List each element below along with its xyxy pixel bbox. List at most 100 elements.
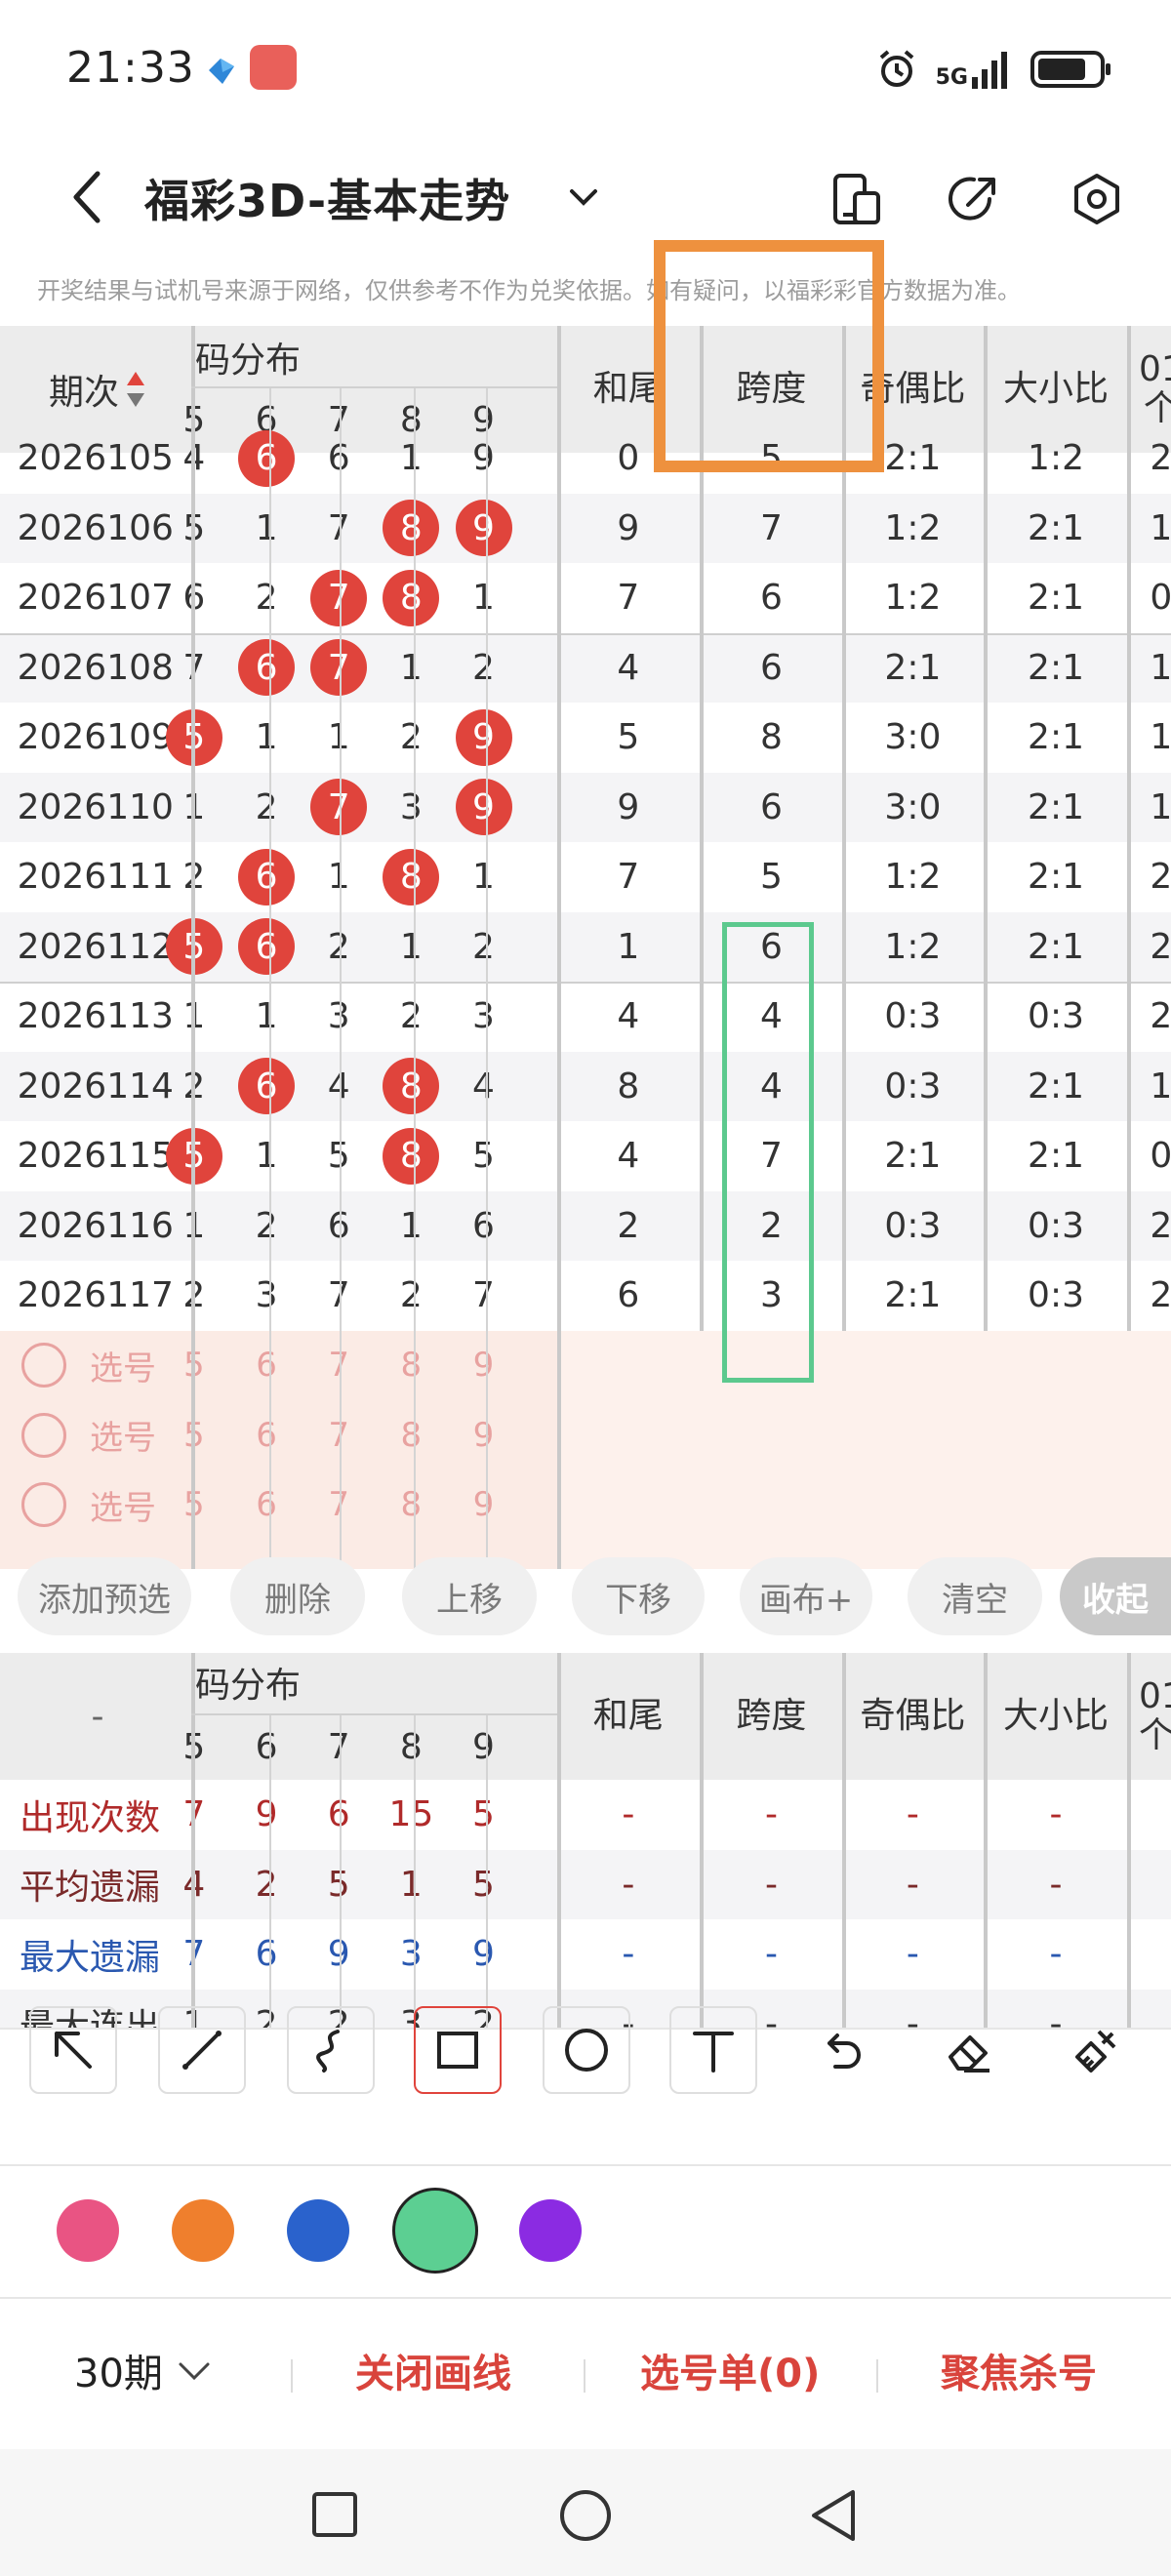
digit-cell[interactable]: 2 [231,563,302,633]
column-divider [842,326,846,1331]
digit-cell[interactable]: 1 [376,912,446,983]
digit-cell[interactable]: 9 [449,703,519,773]
digit-cell[interactable]: 2 [231,773,302,843]
digit-cell[interactable]: 1 [449,842,519,912]
circle-tool-button[interactable] [543,2006,630,2094]
color-swatch[interactable] [519,2199,582,2262]
hit-number-ball: 8 [383,1058,440,1115]
undo-button[interactable] [796,2006,884,2094]
action-chip[interactable]: 上移 [402,1557,537,1635]
digit-cell[interactable]: 1 [376,1191,446,1262]
action-chip[interactable]: 收起 [1060,1557,1171,1635]
digit-cell[interactable]: 2 [231,1191,302,1262]
digit-cell[interactable]: 2 [449,912,519,983]
digit-cell[interactable]: 1 [231,982,302,1052]
digit-cell[interactable]: 3 [231,1261,302,1331]
digit-cell[interactable]: 7 [449,1261,519,1331]
line-tool-button[interactable] [158,2006,246,2094]
digit-cell[interactable]: 1 [376,423,446,494]
action-chip[interactable]: 清空 [908,1557,1042,1635]
digit-cell[interactable]: 6 [449,1191,519,1262]
pick-digit[interactable]: 8 [376,1470,446,1541]
digit-cell[interactable]: 8 [376,1052,446,1122]
sort-icon [127,372,144,407]
pick-digit[interactable]: 9 [449,1400,519,1470]
pick-row[interactable]: 选号56789 [0,1470,558,1541]
color-swatch[interactable] [392,2188,478,2274]
pick-row[interactable]: 选号56789 [0,1400,558,1470]
digit-cell[interactable]: 3 [376,773,446,843]
annotation-rectangle-orange[interactable] [654,240,884,472]
brush-clear-button[interactable] [1052,2006,1140,2094]
pick-list-button[interactable]: 选号单(0) [640,2342,820,2398]
digit-cell[interactable]: 2 [449,633,519,704]
digit-cell[interactable]: 2 [376,1261,446,1331]
settings-button[interactable] [1058,160,1136,238]
pick-row-selector[interactable]: 选号 [21,1400,178,1470]
battery-icon [1030,51,1110,88]
action-chip[interactable]: 画布+ [740,1557,872,1635]
digit-cell[interactable]: 6 [231,1052,302,1122]
period-select[interactable]: 30期 [74,2342,212,2398]
digit-cell[interactable]: 3 [449,982,519,1052]
digit-cell[interactable]: 4 [449,1052,519,1122]
back-triangle-icon[interactable] [808,2488,861,2543]
action-chip[interactable]: 删除 [230,1557,365,1635]
eraser-button[interactable] [925,2006,1013,2094]
radio-circle-icon[interactable] [21,1412,66,1458]
action-chip[interactable]: 添加预选 [18,1557,191,1635]
pick-digit[interactable]: 8 [376,1331,446,1401]
digit-cell[interactable]: 6 [231,633,302,704]
digit-cell[interactable]: 8 [376,842,446,912]
digit-cell[interactable]: 1 [376,633,446,704]
digit-cell[interactable]: 2 [376,982,446,1052]
pick-digit[interactable]: 9 [449,1331,519,1401]
digit-cell[interactable]: 5 [449,1121,519,1191]
rectangle-tool-button[interactable] [414,2006,502,2094]
radio-circle-icon[interactable] [21,1482,66,1528]
home-circle-icon[interactable] [558,2488,613,2543]
digit-cell[interactable]: 9 [449,494,519,564]
pick-digit[interactable]: 8 [376,1400,446,1470]
back-arrow-icon [73,171,101,223]
close-lines-button[interactable]: 关闭画线 [355,2342,511,2398]
curve-tool-button[interactable] [287,2006,375,2094]
phone-layout-button[interactable] [818,160,896,238]
color-swatch[interactable] [57,2199,119,2262]
annotation-rectangle-green[interactable] [722,921,814,1383]
digit-cell[interactable]: 8 [376,494,446,564]
digit-cell[interactable]: 8 [376,1121,446,1191]
radio-circle-icon[interactable] [21,1343,66,1389]
digit-cell[interactable]: 9 [449,773,519,843]
color-swatch[interactable] [287,2199,349,2262]
text-tool-button[interactable] [669,2006,757,2094]
share-button[interactable] [935,160,1013,238]
page-title[interactable]: 福彩3D-基本走势 [144,166,510,230]
digit-divider [414,386,416,1569]
pick-digit[interactable]: 6 [231,1470,302,1541]
digit-cell[interactable]: 6 [231,912,302,983]
digit-cell[interactable]: 2 [376,703,446,773]
recents-square-icon[interactable] [310,2490,359,2539]
chevron-down-icon[interactable] [564,178,603,217]
digit-cell[interactable]: 1 [231,1121,302,1191]
color-swatch[interactable] [172,2199,234,2262]
digit-cell[interactable]: 6 [231,423,302,494]
pick-digit[interactable]: 9 [449,1470,519,1541]
focus-kill-button[interactable]: 聚焦杀号 [941,2342,1097,2398]
pick-row-selector[interactable]: 选号 [21,1470,178,1541]
digit-cell[interactable]: 1 [231,494,302,564]
action-chip[interactable]: 下移 [572,1557,705,1635]
pick-digit[interactable]: 6 [231,1331,302,1401]
digit-cell[interactable]: 9 [449,423,519,494]
pick-row[interactable]: 选号56789 [0,1331,558,1401]
digit-cell[interactable]: 8 [376,563,446,633]
digit-cell[interactable]: 1 [449,563,519,633]
digit-cell[interactable]: 6 [231,842,302,912]
arrow-tool-button[interactable] [29,2006,117,2094]
digit-cell[interactable]: 1 [231,703,302,773]
back-button[interactable] [49,158,127,236]
odd-even-cell: 2:1 [884,1136,942,1177]
pick-digit[interactable]: 6 [231,1400,302,1470]
pick-row-selector[interactable]: 选号 [21,1331,178,1401]
